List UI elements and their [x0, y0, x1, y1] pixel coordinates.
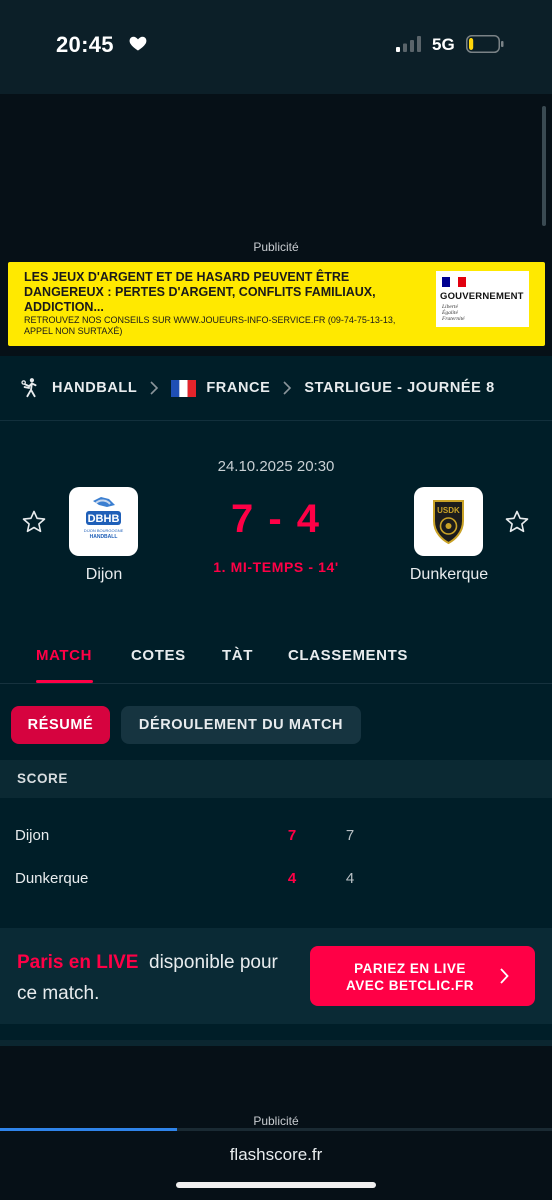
ad-label: Publicité — [253, 1114, 299, 1128]
home-indicator[interactable] — [176, 1182, 376, 1188]
live-betting-block: Paris en LIVE disponible pour ce match. … — [0, 928, 552, 1024]
active-tab-indicator — [36, 680, 93, 683]
match-header: 24.10.2025 20:30 DBHB DIJON BOURGOGNE HA… — [0, 420, 552, 630]
table-row: Dijon 7 7 — [0, 817, 552, 857]
svg-text:DIJON BOURGOGNE: DIJON BOURGOGNE — [84, 528, 124, 533]
table-row: Dunkerque 4 4 — [0, 860, 552, 900]
advertisement-bottom: Publicité flashscore.fr — [0, 1046, 552, 1200]
breadcrumb: HANDBALL FRANCE STARLIGUE - JOURNÉE 8 — [0, 356, 552, 420]
svg-text:USDK: USDK — [437, 506, 460, 515]
subtab-match-timeline[interactable]: DÉROULEMENT DU MATCH — [121, 706, 361, 744]
home-team-logo[interactable]: DBHB DIJON BOURGOGNE HANDBALL — [69, 487, 138, 556]
away-team-name[interactable]: Dunkerque — [379, 566, 519, 584]
total-score: 4 — [287, 870, 297, 887]
page-load-progress-fill — [0, 1128, 177, 1131]
gambling-warning-banner[interactable]: LES JEUX D'ARGENT ET DE HASARD PEUVENT Ê… — [8, 262, 545, 346]
subtab-summary[interactable]: RÉSUMÉ — [11, 706, 110, 744]
browser-url[interactable]: flashscore.fr — [0, 1145, 552, 1165]
heart-icon — [129, 36, 147, 51]
breadcrumb-country[interactable]: FRANCE — [206, 380, 270, 396]
tab-odds[interactable]: COTES — [131, 647, 186, 664]
signal-strength-icon — [396, 36, 421, 52]
subtabs: RÉSUMÉ DÉROULEMENT DU MATCH — [0, 684, 552, 760]
advertisement-top: Publicité LES JEUX D'ARGENT ET DE HASARD… — [0, 94, 552, 356]
match-score: 7 - 4 — [230, 497, 322, 541]
home-team-name[interactable]: Dijon — [34, 566, 174, 584]
favorite-star-icon-home[interactable] — [21, 509, 47, 535]
ad-label: Publicité — [253, 240, 299, 254]
gambling-advice-text: RETROUVEZ NOS CONSEILS SUR WWW.JOUEURS-I… — [24, 315, 396, 336]
total-score: 7 — [287, 827, 297, 844]
bet-live-button[interactable]: PARIEZ EN LIVE AVEC BETCLIC.FR — [310, 946, 535, 1006]
ad-scrollbar — [542, 106, 546, 226]
battery-icon — [466, 35, 504, 53]
match-tabs: MATCH COTES TÀT CLASSEMENTS — [0, 630, 552, 684]
svg-text:HANDBALL: HANDBALL — [90, 534, 118, 540]
breadcrumb-sport[interactable]: HANDBALL — [52, 380, 137, 396]
match-status: 1. MI-TEMPS - 14' — [213, 559, 339, 575]
tab-standings[interactable]: CLASSEMENTS — [288, 647, 408, 664]
live-betting-highlight: Paris en LIVE — [17, 952, 139, 973]
usdk-logo-icon: USDK — [433, 500, 464, 545]
network-type: 5G — [432, 35, 455, 54]
handball-player-icon — [21, 378, 37, 398]
team-name: Dijon — [15, 827, 50, 844]
match-datetime: 24.10.2025 20:30 — [217, 458, 335, 475]
away-team-logo[interactable]: USDK — [414, 487, 483, 556]
score-table: Dijon 7 7 Dunkerque 4 4 — [0, 798, 552, 928]
page-load-progress — [0, 1128, 552, 1131]
tab-match[interactable]: MATCH — [36, 647, 92, 664]
chevron-right-icon — [150, 381, 159, 395]
team-name: Dunkerque — [15, 870, 89, 887]
period-score: 4 — [345, 870, 355, 887]
status-bar: 20:45 5G — [0, 0, 552, 94]
chevron-right-icon — [283, 381, 292, 395]
marianne-flag-icon — [442, 277, 466, 287]
chevron-right-icon — [500, 968, 509, 984]
breadcrumb-league[interactable]: STARLIGUE - JOURNÉE 8 — [304, 380, 494, 396]
score-section-title: SCORE — [17, 771, 69, 786]
period-score: 7 — [345, 827, 355, 844]
government-title: GOUVERNEMENT — [440, 291, 524, 302]
bet-live-button-label: PARIEZ EN LIVE AVEC BETCLIC.FR — [346, 961, 474, 993]
government-motto: Liberté Égalité Fraternité — [442, 304, 465, 322]
government-logo: GOUVERNEMENT Liberté Égalité Fraternité — [436, 271, 529, 327]
dbhb-logo-icon: DBHB DIJON BOURGOGNE HANDBALL — [84, 497, 124, 540]
live-betting-text: Paris en LIVE disponible pour ce match. — [17, 947, 297, 1009]
tab-h2h[interactable]: TÀT — [222, 647, 253, 664]
svg-text:DBHB: DBHB — [88, 513, 120, 525]
france-flag-icon — [171, 379, 197, 397]
score-section-header: SCORE — [0, 760, 552, 798]
clock: 20:45 — [56, 32, 114, 57]
favorite-star-icon-away[interactable] — [504, 509, 530, 535]
gambling-warning-text: LES JEUX D'ARGENT ET DE HASARD PEUVENT Ê… — [24, 270, 376, 314]
